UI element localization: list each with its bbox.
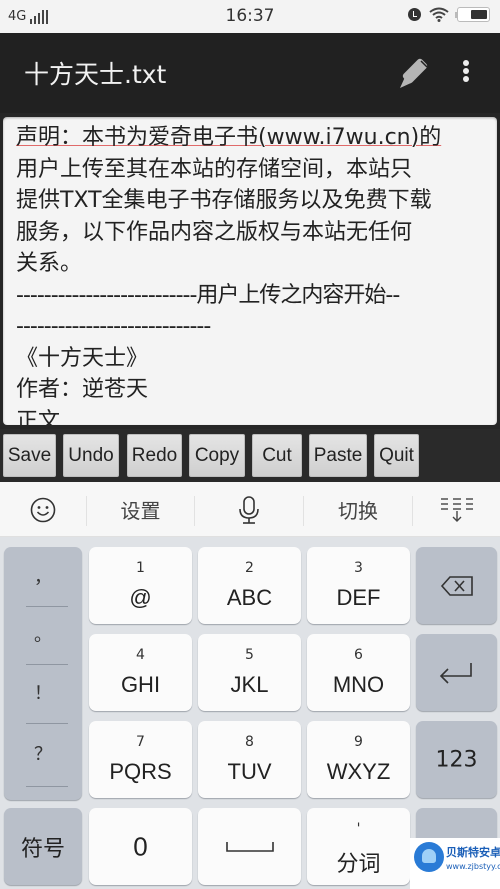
quit-button[interactable]: Quit: [374, 434, 419, 477]
key-2[interactable]: 2 ABC: [198, 547, 301, 624]
punct-key[interactable]: ！: [4, 665, 82, 723]
number-mode-label: 123: [435, 747, 478, 772]
editor-line: 《十方天士》: [16, 345, 149, 371]
backspace-key[interactable]: [416, 547, 497, 624]
battery-fill: [471, 10, 487, 19]
punctuation-column[interactable]: ， 。 ！ ？: [4, 547, 82, 800]
hide-keyboard-button[interactable]: [413, 482, 500, 537]
redo-button[interactable]: Redo: [127, 434, 182, 477]
undo-button[interactable]: Undo: [63, 434, 119, 477]
backspace-icon: [440, 575, 473, 596]
editor-line: 提供TXT全集电子书存储服务以及免费下载: [16, 188, 432, 213]
copy-button[interactable]: Copy: [189, 434, 245, 477]
editor-line: 关系。: [16, 251, 83, 276]
watermark: 贝斯特安卓网 www.zjbstyy.com: [410, 838, 500, 889]
paste-button[interactable]: Paste: [309, 434, 367, 477]
more-vert-icon[interactable]: [460, 60, 472, 88]
key-3[interactable]: 3 DEF: [307, 547, 410, 624]
separator-key[interactable]: ' 分词: [307, 808, 410, 885]
number-mode-key[interactable]: 123: [416, 721, 497, 798]
text-editor[interactable]: 声明：本书为爱奇电子书(www.i7wu.cn)的 用户上传至其在本站的存储空间…: [3, 117, 497, 425]
keyboard-toolbar: 设置 切换: [0, 482, 500, 537]
save-button[interactable]: Save: [3, 434, 56, 477]
editor-line: 服务，以下作品内容之版权与本站无任何: [16, 219, 413, 245]
editor-line: 用户上传至其在本站的存储空间，本站只: [16, 156, 413, 182]
enter-icon: [439, 662, 472, 684]
key-4[interactable]: 4 GHI: [89, 634, 192, 711]
switch-input-button[interactable]: 切换: [304, 482, 412, 537]
key-9[interactable]: 9 WXYZ: [307, 721, 410, 798]
watermark-url: www.zjbstyy.com: [446, 862, 500, 871]
key-6[interactable]: 6 MNO: [307, 634, 410, 711]
hide-keyboard-icon: [440, 497, 473, 522]
emoji-icon: [30, 497, 55, 522]
battery-icon: [455, 7, 490, 22]
wifi-icon: [429, 7, 449, 22]
key-8[interactable]: 8 TUV: [198, 721, 301, 798]
alarm-icon: [408, 8, 421, 21]
punct-key[interactable]: 。: [4, 607, 82, 665]
key-0[interactable]: 0: [89, 808, 192, 885]
editor-container: 声明：本书为爱奇电子书(www.i7wu.cn)的 用户上传至其在本站的存储空间…: [0, 113, 500, 429]
keyboard: ， 。 ！ ？ 1 @ 2 ABC 3 DEF 4 GHI 5 JKL 6 MN…: [0, 537, 500, 889]
emoji-button[interactable]: [0, 482, 85, 537]
editor-line: --------------------------用户上传之内容开始--: [16, 282, 400, 308]
key-5[interactable]: 5 JKL: [198, 634, 301, 711]
cut-button[interactable]: Cut: [252, 434, 302, 477]
voice-input-button[interactable]: [195, 482, 303, 537]
enter-key[interactable]: [416, 634, 497, 711]
settings-button[interactable]: 设置: [87, 482, 194, 537]
punct-key[interactable]: ，: [4, 549, 82, 607]
editor-line: 作者：逆苍天: [16, 377, 149, 402]
space-icon: [226, 841, 274, 852]
symbol-label: 符号: [20, 836, 65, 862]
action-bar: Save Undo Redo Copy Cut Paste Quit: [0, 429, 500, 482]
watermark-logo-icon: [414, 842, 444, 872]
key-1[interactable]: 1 @: [89, 547, 192, 624]
pencil-icon[interactable]: [396, 52, 436, 92]
punct-key[interactable]: ？: [4, 726, 82, 784]
watermark-title: 贝斯特安卓网: [446, 846, 500, 859]
editor-line: 声明：本书为爱奇电子书(www.i7wu.cn)的: [16, 125, 442, 150]
microphone-icon: [239, 495, 259, 524]
editor-line: 正文: [16, 408, 61, 426]
space-key[interactable]: [198, 808, 301, 885]
file-title: 十方天士.txt: [24, 60, 167, 89]
symbol-key[interactable]: 符号: [4, 808, 82, 885]
key-7[interactable]: 7 PQRS: [89, 721, 192, 798]
status-bar: 4G 16:37: [0, 0, 500, 33]
app-bar: 十方天士.txt: [0, 33, 500, 113]
editor-line: ----------------------------: [16, 314, 211, 339]
